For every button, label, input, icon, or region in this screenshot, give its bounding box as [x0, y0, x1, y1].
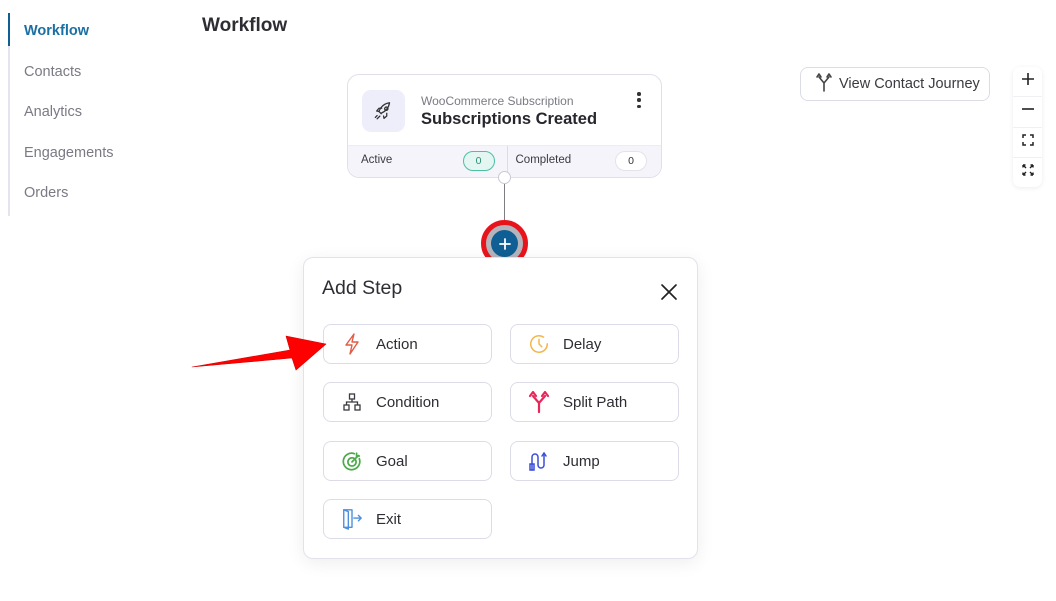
connector-port — [498, 171, 511, 184]
step-jump-button[interactable]: Jump — [510, 441, 679, 481]
stat-active-count[interactable]: 0 — [462, 151, 495, 171]
step-exit-button[interactable]: Exit — [323, 499, 492, 539]
zoom-in-button[interactable] — [1013, 67, 1042, 98]
step-condition-label: Condition — [376, 393, 440, 411]
trigger-card[interactable]: WooCommerce Subscription Subscriptions C… — [347, 74, 662, 178]
step-split-path-button[interactable]: Split Path — [510, 382, 679, 422]
step-condition-button[interactable]: Condition — [323, 382, 492, 422]
trigger-title: Subscriptions Created — [421, 110, 598, 128]
fit-frame-icon — [1021, 133, 1034, 151]
step-exit-label: Exit — [376, 510, 402, 528]
step-split-path-label: Split Path — [563, 393, 628, 411]
trigger-subtitle: WooCommerce Subscription — [421, 94, 574, 108]
stat-completed-label: Completed — [515, 154, 572, 166]
step-goal-button[interactable]: Goal — [323, 441, 492, 481]
sidebar-item-contacts[interactable]: Contacts — [10, 54, 168, 95]
close-icon[interactable] — [659, 282, 679, 302]
add-step-popup: Add Step Action Delay Condition Split Pa… — [303, 257, 698, 559]
fullscreen-button[interactable] — [1013, 158, 1042, 187]
sidebar-nav: Workflow Contacts Analytics Engagements … — [8, 13, 168, 216]
jump-icon — [528, 450, 550, 472]
stat-active-label: Active — [361, 154, 393, 166]
view-contact-journey-label: View Contact Journey — [839, 76, 980, 92]
sidebar-item-engagements[interactable]: Engagements — [10, 135, 168, 176]
rocket-icon — [362, 90, 405, 132]
sidebar-item-workflow[interactable]: Workflow — [8, 13, 168, 54]
expand-icon — [1021, 163, 1034, 181]
stat-active: Active 0 — [348, 146, 507, 177]
step-action-label: Action — [376, 335, 418, 353]
page-title: Workflow — [202, 15, 288, 36]
split-arrows-icon — [528, 390, 550, 414]
trigger-header: WooCommerce Subscription Subscriptions C… — [348, 75, 661, 146]
minus-icon — [1021, 102, 1035, 121]
stat-completed: Completed 0 — [506, 146, 662, 177]
fit-view-button[interactable] — [1013, 128, 1042, 158]
step-delay-button[interactable]: Delay — [510, 324, 679, 364]
popup-title: Add Step — [322, 277, 403, 299]
step-action-button[interactable]: Action — [323, 324, 492, 364]
exit-door-icon — [341, 508, 363, 530]
step-goal-label: Goal — [376, 452, 408, 470]
step-jump-label: Jump — [563, 452, 600, 470]
plus-icon — [1021, 72, 1035, 91]
sidebar-item-orders[interactable]: Orders — [10, 175, 168, 216]
plus-icon[interactable] — [491, 230, 518, 257]
zoom-controls — [1013, 67, 1042, 187]
hierarchy-icon — [341, 391, 363, 413]
zoom-out-button[interactable] — [1013, 97, 1042, 128]
kebab-menu-icon[interactable] — [634, 92, 644, 108]
target-icon — [341, 450, 363, 472]
step-delay-label: Delay — [563, 335, 602, 353]
clock-icon — [528, 333, 550, 355]
stat-completed-count[interactable]: 0 — [615, 151, 647, 171]
sidebar-item-analytics[interactable]: Analytics — [10, 94, 168, 135]
view-contact-journey-button[interactable]: View Contact Journey — [800, 67, 990, 101]
split-branch-icon — [815, 72, 833, 96]
lightning-icon — [341, 333, 363, 355]
